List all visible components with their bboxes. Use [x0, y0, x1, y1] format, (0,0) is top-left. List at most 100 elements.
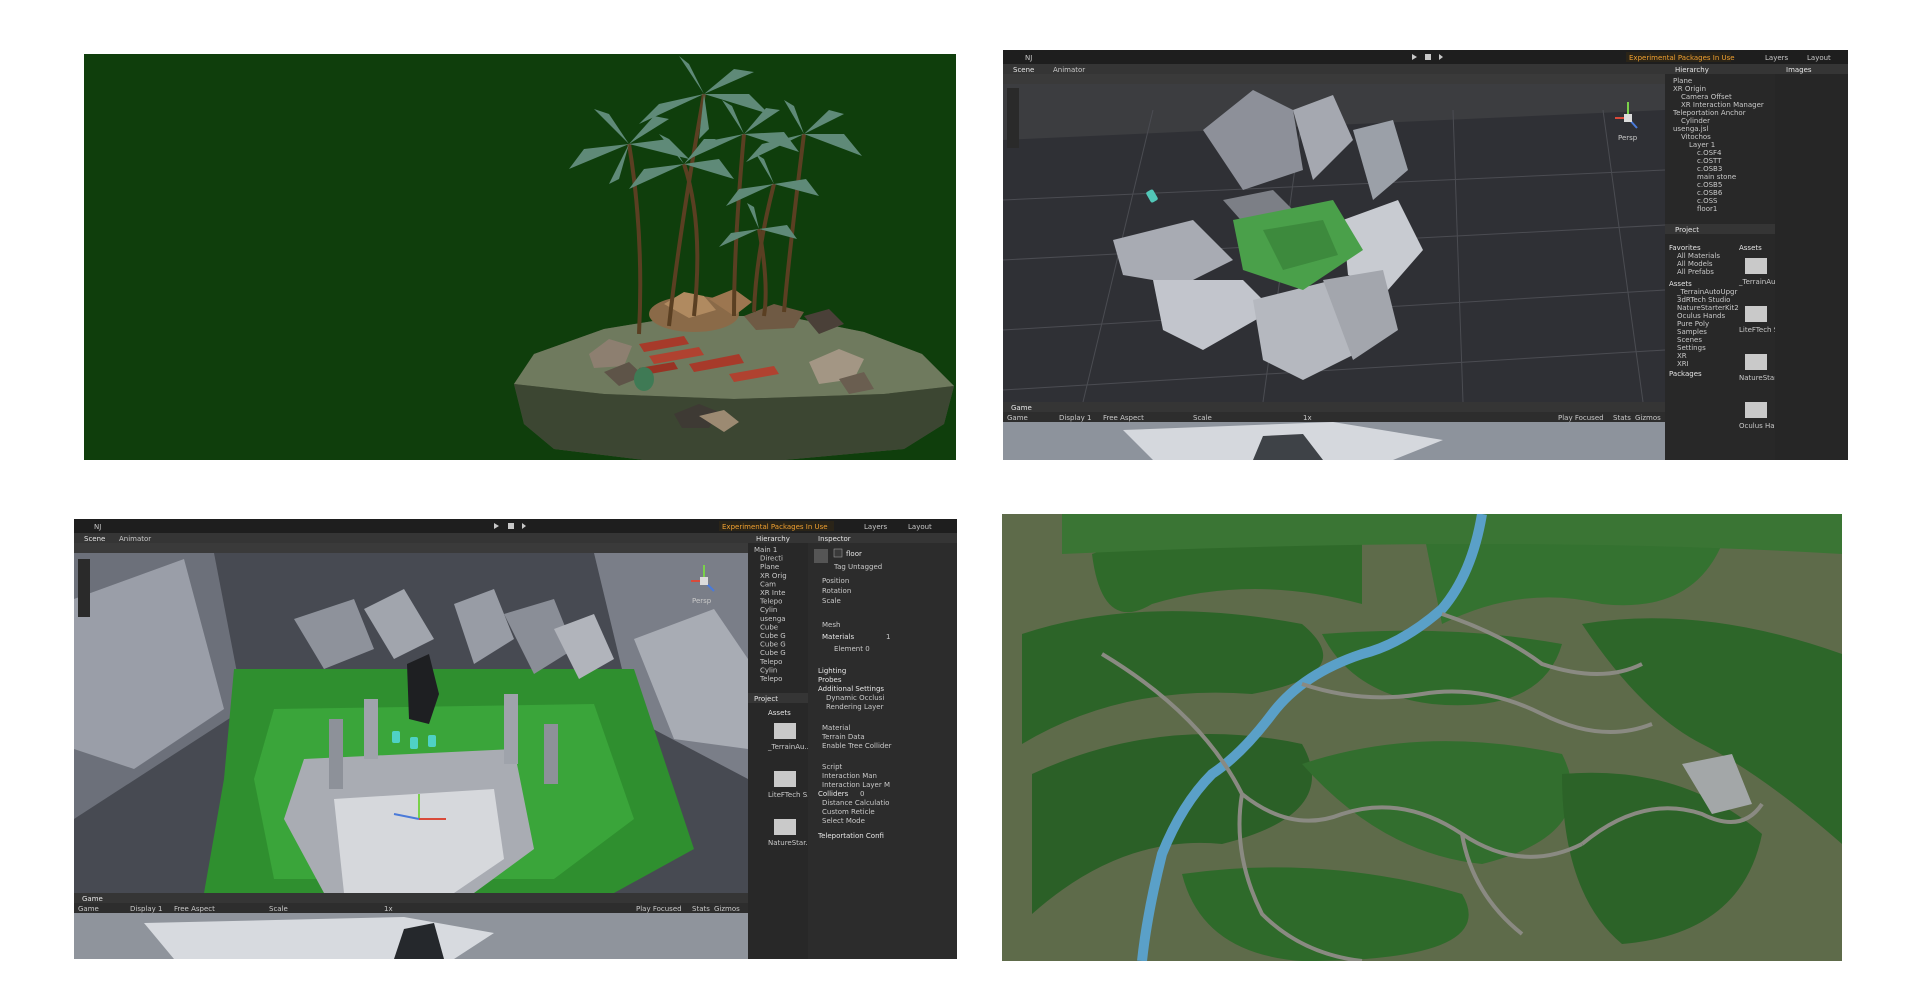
asset-folder-item[interactable]: Scenes: [1677, 336, 1702, 344]
inspector-panel[interactable]: [808, 543, 957, 959]
packages-folder[interactable]: Packages: [1669, 370, 1702, 378]
asset-folder-item[interactable]: XR: [1677, 352, 1687, 360]
hierarchy-item[interactable]: c.OSF4: [1697, 149, 1722, 157]
display-dropdown[interactable]: Display 1: [1059, 414, 1091, 422]
asset-folder-item[interactable]: Settings: [1677, 344, 1706, 352]
display-dropdown[interactable]: Display 1: [130, 905, 162, 913]
experimental-warning[interactable]: Experimental Packages In Use: [722, 523, 828, 531]
folder-icon[interactable]: [774, 771, 796, 787]
stats-button[interactable]: Stats: [1613, 414, 1631, 422]
hierarchy-item[interactable]: Cube: [760, 623, 778, 631]
asset-folder-item[interactable]: _TerrainAutoUpgr: [1676, 288, 1737, 296]
assets-root[interactable]: Assets: [1669, 280, 1692, 288]
inspector-section-header[interactable]: Probes: [818, 676, 842, 684]
hierarchy-item[interactable]: Cylin: [760, 606, 777, 614]
hierarchy-item[interactable]: Camera Offset: [1681, 93, 1732, 101]
aspect-dropdown[interactable]: Free Aspect: [1103, 414, 1144, 422]
favorites-header[interactable]: Favorites: [1669, 244, 1701, 252]
tab-game[interactable]: Game: [1011, 404, 1032, 412]
images-tab[interactable]: Images: [1786, 66, 1812, 74]
hierarchy-item[interactable]: main stone: [1697, 173, 1736, 181]
folder-icon[interactable]: [774, 819, 796, 835]
aspect-dropdown[interactable]: Free Aspect: [174, 905, 215, 913]
game-dropdown[interactable]: Game: [1007, 414, 1028, 422]
object-name-field[interactable]: floor: [846, 550, 862, 558]
hierarchy-item[interactable]: c.OSB5: [1697, 181, 1722, 189]
stats-button[interactable]: Stats: [692, 905, 710, 913]
hierarchy-item[interactable]: Cube G: [760, 641, 786, 649]
hierarchy-item[interactable]: Cylin: [760, 666, 777, 674]
account-label[interactable]: NJ: [94, 523, 101, 531]
tab-game[interactable]: Game: [82, 895, 103, 903]
project-title[interactable]: Project: [1675, 226, 1699, 234]
hierarchy-item[interactable]: XR Interaction Manager: [1681, 101, 1764, 109]
folder-icon[interactable]: [774, 723, 796, 739]
layout-dropdown[interactable]: Layout: [908, 523, 932, 531]
folder-icon[interactable]: [1745, 258, 1767, 274]
materials-foldout[interactable]: Materials: [822, 633, 854, 641]
asset-folder-item[interactable]: NatureStarterKit2: [1677, 304, 1739, 312]
game-dropdown[interactable]: Game: [78, 905, 99, 913]
hierarchy-item[interactable]: Telepo: [759, 675, 782, 683]
tab-animator[interactable]: Animator: [119, 535, 151, 543]
tab-scene[interactable]: Scene: [84, 535, 105, 543]
hierarchy-item[interactable]: Teleportation Anchor: [1672, 109, 1746, 117]
inspector-title[interactable]: Inspector: [818, 535, 851, 543]
scale-value[interactable]: 1x: [1303, 414, 1312, 422]
favorite-item[interactable]: All Models: [1677, 260, 1713, 268]
hierarchy-item[interactable]: Main 1: [754, 546, 777, 554]
hierarchy-item[interactable]: Plane: [1673, 77, 1692, 85]
favorite-item[interactable]: All Materials: [1677, 252, 1720, 260]
hierarchy-title[interactable]: Hierarchy: [756, 535, 790, 543]
layout-dropdown[interactable]: Layout: [1807, 54, 1831, 62]
favorite-item[interactable]: All Prefabs: [1677, 268, 1714, 276]
hierarchy-item[interactable]: XR Origin: [1673, 85, 1706, 93]
gizmos-button[interactable]: Gizmos: [714, 905, 740, 913]
colliders-foldout[interactable]: Colliders: [818, 790, 849, 798]
material-element-field[interactable]: Element 0: [834, 645, 870, 653]
hierarchy-item[interactable]: c.OSTT: [1697, 157, 1722, 165]
folder-icon[interactable]: [1745, 354, 1767, 370]
tool-palette[interactable]: [1007, 88, 1019, 148]
gizmos-button[interactable]: Gizmos: [1635, 414, 1661, 422]
asset-folder-item[interactable]: Samples: [1677, 328, 1707, 336]
tab-scene[interactable]: Scene: [1013, 66, 1034, 74]
inspector-section-header[interactable]: Additional Settings: [818, 685, 884, 693]
materials-count[interactable]: 1: [886, 633, 890, 641]
layers-dropdown[interactable]: Layers: [864, 523, 888, 531]
hierarchy-item[interactable]: Directi: [760, 555, 783, 563]
folder-icon[interactable]: [1745, 306, 1767, 322]
hierarchy-item[interactable]: Telepo: [759, 598, 782, 606]
asset-folder-item[interactable]: Pure Poly: [1677, 320, 1709, 328]
hierarchy-item[interactable]: Telepo: [759, 658, 782, 666]
hierarchy-item[interactable]: usenga.jsl: [1673, 125, 1708, 133]
hierarchy-item[interactable]: Plane: [760, 563, 779, 571]
pause-icon[interactable]: [508, 523, 514, 529]
teleportation-config-foldout[interactable]: Teleportation Confi: [817, 832, 884, 840]
hierarchy-item[interactable]: XR Orig: [760, 572, 787, 580]
inspector-section-header[interactable]: Lighting: [818, 667, 846, 675]
play-focused-dropdown[interactable]: Play Focused: [636, 905, 682, 913]
asset-folder-item[interactable]: 3dRTech Studio: [1677, 296, 1730, 304]
hierarchy-item[interactable]: Vitochos: [1681, 133, 1711, 141]
pause-icon[interactable]: [1425, 54, 1431, 60]
hierarchy-item[interactable]: c.OSB3: [1697, 165, 1722, 173]
hierarchy-item[interactable]: Cylinder: [1681, 117, 1710, 125]
asset-folder-item[interactable]: Oculus Hands: [1677, 312, 1725, 320]
folder-icon[interactable]: [1745, 402, 1767, 418]
hierarchy-item[interactable]: Layer 1: [1689, 141, 1715, 149]
scale-value[interactable]: 1x: [384, 905, 393, 913]
hierarchy-item[interactable]: XR Inte: [760, 589, 785, 597]
experimental-warning[interactable]: Experimental Packages In Use: [1629, 54, 1735, 62]
hierarchy-item[interactable]: Cam: [760, 580, 776, 588]
hierarchy-item[interactable]: c.OSS: [1697, 197, 1718, 205]
tag-dropdown[interactable]: Untagged: [848, 563, 882, 571]
tool-palette[interactable]: [78, 559, 90, 617]
project-title[interactable]: Project: [754, 695, 778, 703]
hierarchy-item[interactable]: Cube G: [760, 632, 786, 640]
asset-folder-item[interactable]: XRI: [1677, 360, 1689, 368]
hierarchy-item[interactable]: c.OSB6: [1697, 189, 1723, 197]
hierarchy-item[interactable]: usenga: [760, 615, 786, 623]
account-label[interactable]: NJ: [1025, 54, 1032, 62]
hierarchy-item[interactable]: Cube G: [760, 649, 786, 657]
